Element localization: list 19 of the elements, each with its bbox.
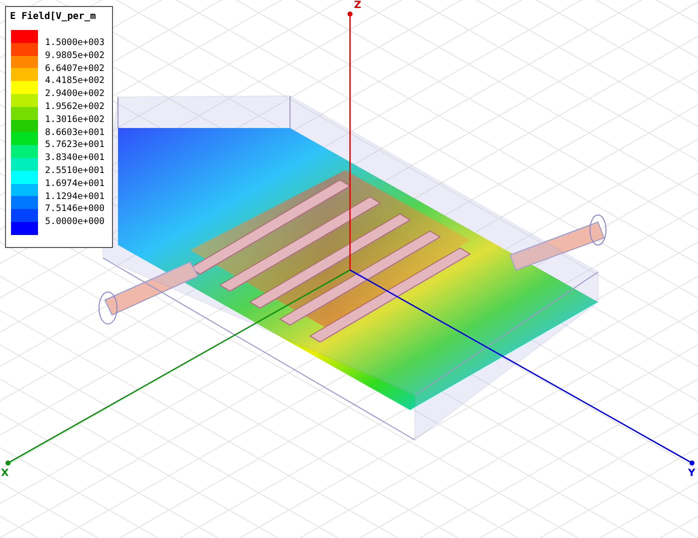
legend-value: 3.8340e+001 <box>45 152 105 165</box>
legend-title: E Field[V_per_m <box>9 10 97 22</box>
legend-value: 9.9805e+002 <box>45 50 105 63</box>
legend-value: 1.9562e+002 <box>45 100 105 114</box>
axis-label: X <box>1 468 9 479</box>
legend-value: 1.6974e+001 <box>45 178 105 191</box>
legend-value: 1.3016e+002 <box>45 114 105 127</box>
legend-value: 5.7623e+001 <box>45 139 105 152</box>
legend-value: 1.5000e+003 <box>45 37 105 50</box>
axis-label: Y <box>688 468 696 479</box>
legend-value: 4.4185e+002 <box>45 75 105 88</box>
legend-value: 2.5510e+001 <box>45 164 105 178</box>
legend-value: 5.0000e+000 <box>45 216 105 229</box>
legend-value: 2.9400e+002 <box>45 88 105 101</box>
axis-label: Z <box>354 0 362 11</box>
legend-value: 7.5146e+000 <box>45 203 105 216</box>
legend-value: 6.6407e+002 <box>45 62 105 76</box>
legend-value: 1.1294e+001 <box>45 190 105 204</box>
legend-value: 8.6603e+001 <box>45 126 105 140</box>
